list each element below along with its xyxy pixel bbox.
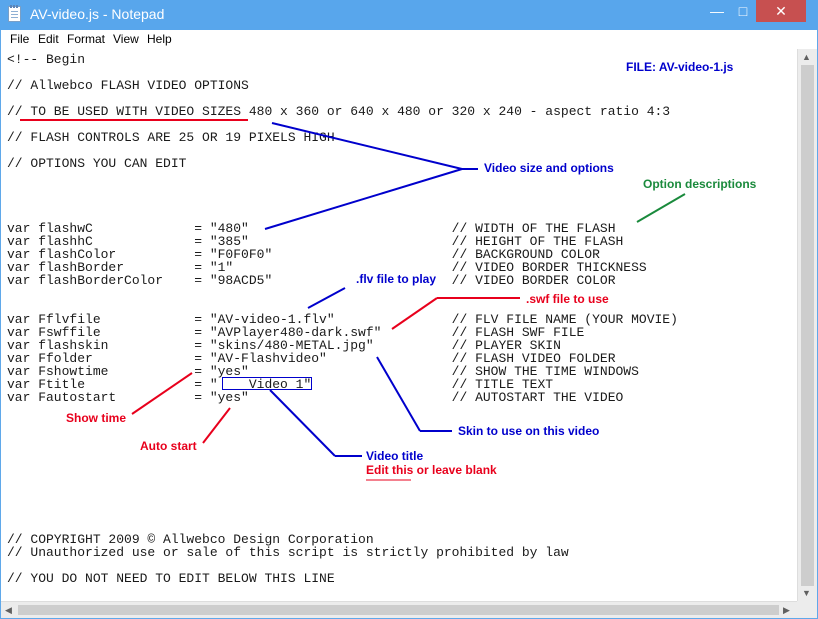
- menu-help[interactable]: Help: [147, 32, 172, 46]
- show-time-label: Show time: [66, 411, 127, 425]
- video-size-label: Video size and options: [484, 161, 614, 175]
- minimize-button[interactable]: —: [704, 0, 730, 22]
- horizontal-scrollbar[interactable]: ◀ ▶: [1, 601, 797, 618]
- scroll-up-arrow-icon[interactable]: ▲: [802, 52, 811, 62]
- code-line: // Allwebco FLASH VIDEO OPTIONS: [7, 78, 249, 93]
- maximize-button[interactable]: □: [730, 0, 756, 22]
- code-line: // Unauthorized use or sale of this scri…: [7, 545, 569, 560]
- code-line: var flashBorderColor = "98ACD5" // VIDEO…: [7, 273, 616, 288]
- text-editor[interactable]: <!-- Begin // Allwebco FLASH VIDEO OPTIO…: [1, 49, 797, 601]
- file-label: FILE: AV-video-1.js: [626, 60, 734, 74]
- swf-file-label: .swf file to use: [526, 292, 609, 306]
- code-line: <!-- Begin: [7, 52, 86, 67]
- title-highlight-box: [222, 377, 312, 390]
- scroll-down-arrow-icon[interactable]: ▼: [802, 588, 811, 598]
- menu-file[interactable]: File: [10, 32, 29, 46]
- video-title-label: Video title: [366, 449, 424, 463]
- flv-file-label: .flv file to play: [356, 272, 437, 286]
- code-line: // OPTIONS YOU CAN EDIT: [7, 156, 187, 171]
- window-title: AV-video.js - Notepad: [30, 6, 165, 22]
- code-line: // FLASH CONTROLS ARE 25 OR 19 PIXELS HI…: [7, 130, 335, 145]
- scroll-right-arrow-icon[interactable]: ▶: [783, 605, 790, 616]
- auto-start-label: Auto start: [140, 439, 197, 453]
- code-line: var Fautostart = "yes" // AUTOSTART THE …: [7, 390, 624, 405]
- horizontal-scroll-thumb[interactable]: [18, 605, 779, 615]
- title-bar[interactable]: AV-video.js - Notepad — □ ✕: [0, 0, 818, 30]
- option-descriptions-label: Option descriptions: [643, 177, 757, 191]
- menu-bar: File Edit Format View Help: [1, 30, 817, 49]
- vertical-scrollbar[interactable]: ▲ ▼: [797, 49, 817, 601]
- code-line: // TO BE USED WITH VIDEO SIZES 480 x 360…: [7, 104, 671, 119]
- edit-title-label: Edit this or leave blank: [366, 463, 497, 477]
- scroll-left-arrow-icon[interactable]: ◀: [5, 605, 12, 616]
- menu-format[interactable]: Format: [67, 32, 105, 46]
- skin-label: Skin to use on this video: [458, 424, 600, 438]
- close-button[interactable]: ✕: [756, 0, 806, 22]
- code-line: // YOU DO NOT NEED TO EDIT BELOW THIS LI…: [7, 571, 335, 586]
- size-grip[interactable]: [797, 601, 817, 618]
- menu-edit[interactable]: Edit: [38, 32, 59, 46]
- vertical-scroll-thumb[interactable]: [801, 65, 814, 586]
- menu-view[interactable]: View: [113, 32, 139, 46]
- notepad-window: AV-video.js - Notepad — □ ✕ File Edit Fo…: [0, 0, 818, 619]
- notepad-icon: [8, 5, 21, 22]
